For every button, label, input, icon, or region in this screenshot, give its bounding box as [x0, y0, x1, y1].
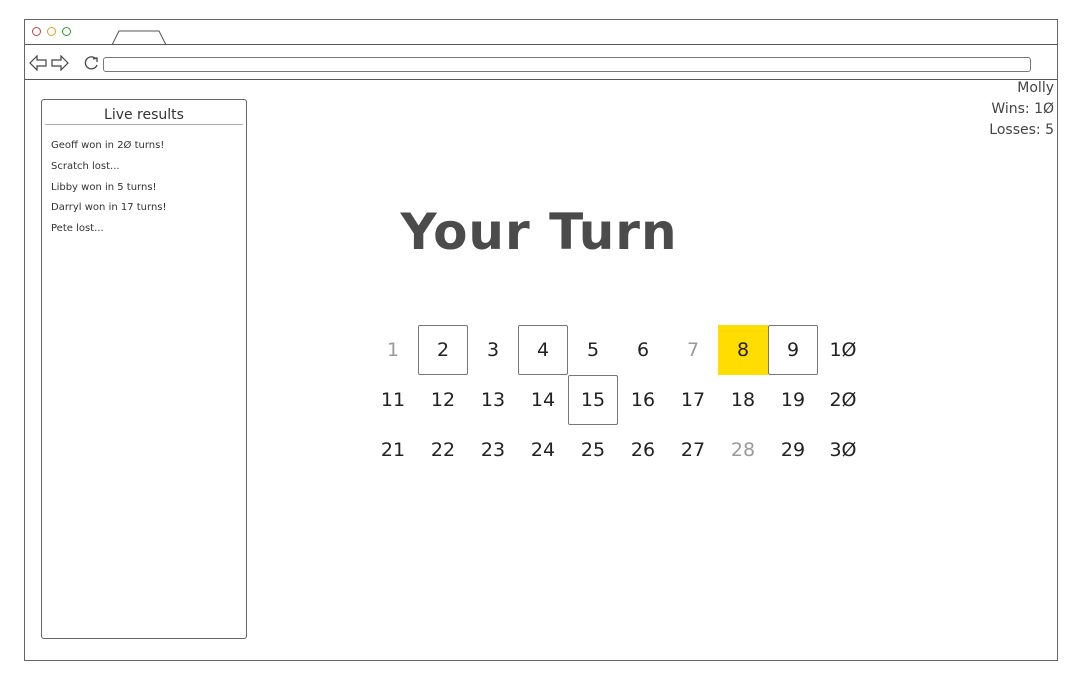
number-cell[interactable]: 28 [718, 425, 768, 475]
number-cell[interactable]: 14 [518, 375, 568, 425]
result-item: Libby won in 5 turns! [51, 181, 157, 193]
result-item: Scratch lost... [51, 160, 120, 172]
user-stats: Molly Wins: 1Ø Losses: 5 [989, 78, 1054, 141]
maximize-window-dot[interactable] [62, 27, 71, 36]
number-cell[interactable]: 18 [718, 375, 768, 425]
reload-icon[interactable] [83, 55, 101, 71]
tab-bar [25, 20, 1057, 46]
number-cell[interactable]: 11 [368, 375, 418, 425]
number-cell[interactable]: 6 [618, 325, 668, 375]
result-item: Geoff won in 2Ø turns! [51, 140, 165, 151]
number-cell[interactable]: 7 [668, 325, 718, 375]
browser-toolbar [25, 45, 1057, 80]
number-cell[interactable]: 26 [618, 425, 668, 475]
close-window-dot[interactable] [32, 27, 41, 36]
number-cell[interactable]: 17 [668, 375, 718, 425]
number-cell[interactable]: 15 [568, 375, 618, 425]
number-cell[interactable]: 24 [518, 425, 568, 475]
forward-arrow-icon[interactable] [51, 55, 69, 71]
number-board: 1 2 3 4 5 6 7 8 9 1Ø 11 12 13 14 15 16 17 18 19 2Ø 21 22 23 24 2… [368, 325, 868, 475]
minimize-window-dot[interactable] [47, 27, 56, 36]
username: Molly [1017, 80, 1054, 96]
number-cell[interactable]: 25 [568, 425, 618, 475]
number-cell[interactable]: 2 [418, 325, 468, 375]
number-cell[interactable]: 2Ø [818, 375, 868, 425]
live-results-panel: Live results Geoff won in 2Ø turns! Scra… [41, 99, 247, 639]
number-cell[interactable]: 29 [768, 425, 818, 475]
number-cell[interactable]: 16 [618, 375, 668, 425]
number-cell[interactable]: 23 [468, 425, 518, 475]
browser-tab[interactable] [111, 30, 167, 46]
number-cell[interactable]: 3Ø [818, 425, 868, 475]
turn-heading: Your Turn [400, 203, 678, 261]
live-results-title: Live results [45, 107, 243, 125]
back-arrow-icon[interactable] [29, 55, 47, 71]
number-cell[interactable]: 13 [468, 375, 518, 425]
number-cell[interactable]: 1 [368, 325, 418, 375]
number-cell[interactable]: 12 [418, 375, 468, 425]
number-cell[interactable]: 4 [518, 325, 568, 375]
number-cell[interactable]: 22 [418, 425, 468, 475]
number-cell[interactable]: 21 [368, 425, 418, 475]
number-cell[interactable]: 5 [568, 325, 618, 375]
wins-count: Wins: 1Ø [991, 101, 1054, 117]
number-cell[interactable]: 3 [468, 325, 518, 375]
address-bar[interactable] [103, 57, 1031, 72]
number-cell[interactable]: 19 [768, 375, 818, 425]
number-cell[interactable]: 9 [768, 325, 818, 375]
number-cell[interactable]: 8 [718, 325, 768, 375]
losses-count: Losses: 5 [989, 122, 1054, 138]
number-cell[interactable]: 27 [668, 425, 718, 475]
number-cell[interactable]: 1Ø [818, 325, 868, 375]
